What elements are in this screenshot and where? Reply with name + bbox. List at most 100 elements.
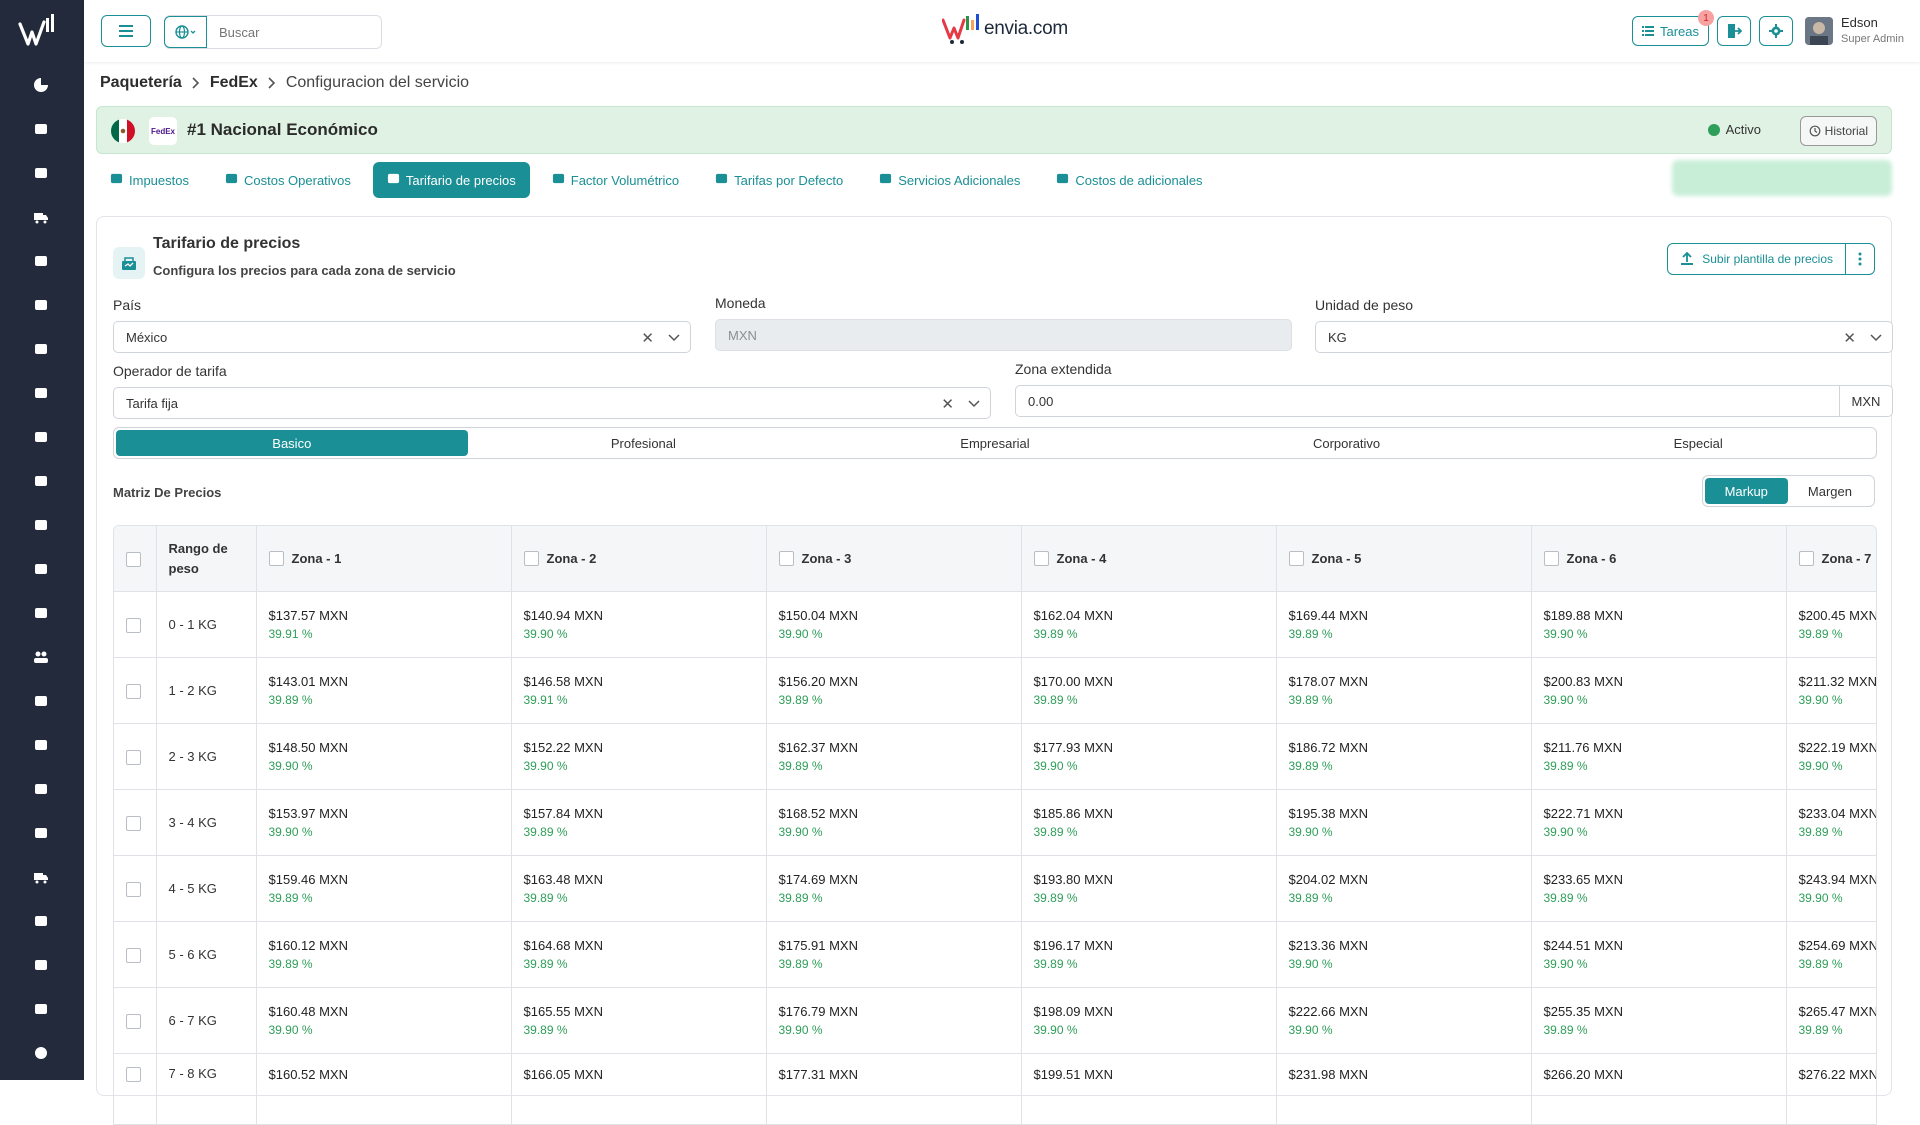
price-cell[interactable]: $186.72 MXN39.89 % [1276,724,1531,790]
price-cell[interactable]: $165.55 MXN39.89 % [511,988,766,1054]
clear-icon[interactable]: ✕ [641,329,654,347]
search-input[interactable] [207,24,381,41]
zone-checkbox[interactable] [1544,551,1559,566]
historial-button[interactable]: Historial [1800,116,1877,146]
price-cell[interactable]: $231.98 MXN [1276,1054,1531,1125]
price-cell[interactable]: $211.32 MXN39.90 % [1786,658,1877,724]
price-cell[interactable]: $137.57 MXN39.91 % [256,592,511,658]
tab-tarifas-por-defecto[interactable]: Tarifas por Defecto [701,162,857,198]
price-cell[interactable]: $255.35 MXN39.89 % [1531,988,1786,1054]
price-cell[interactable]: $178.07 MXN39.89 % [1276,658,1531,724]
plan-tab-empresarial[interactable]: Empresarial [819,430,1171,456]
price-cell[interactable]: $140.94 MXN39.90 % [511,592,766,658]
clear-icon[interactable]: ✕ [1843,329,1856,347]
price-cell[interactable]: $157.84 MXN39.89 % [511,790,766,856]
list-icon[interactable] [30,954,52,976]
store-icon[interactable] [30,602,52,624]
files-icon[interactable] [30,822,52,844]
price-cell[interactable]: $254.69 MXN39.89 % [1786,922,1877,988]
language-button[interactable] [164,16,207,48]
wallet-icon[interactable] [30,514,52,536]
price-cell[interactable]: $160.12 MXN39.89 % [256,922,511,988]
price-cell[interactable]: $162.37 MXN39.89 % [766,724,1021,790]
select-all-checkbox[interactable] [126,552,141,567]
tab-costos-de-adicionales[interactable]: Costos de adicionales [1042,162,1216,198]
app-logo[interactable] [18,14,66,54]
packages-icon[interactable] [30,162,52,184]
notes-icon[interactable] [30,910,52,932]
breadcrumb-fedex[interactable]: FedEx [210,74,258,92]
users-icon[interactable] [30,646,52,668]
price-cell[interactable]: $200.45 MXN39.89 % [1786,592,1877,658]
reports2-icon[interactable] [30,998,52,1020]
price-cell[interactable]: $189.88 MXN39.90 % [1531,592,1786,658]
billing-icon[interactable] [30,558,52,580]
tareas-button[interactable]: Tareas 1 [1632,16,1709,46]
tab-servicios-adicionales[interactable]: Servicios Adicionales [865,162,1034,198]
operador-select[interactable]: Tarifa fija ✕ [113,387,991,419]
price-cell[interactable]: $233.65 MXN39.89 % [1531,856,1786,922]
price-cell[interactable]: $193.80 MXN39.89 % [1021,856,1276,922]
price-cell[interactable]: $164.68 MXN39.89 % [511,922,766,988]
price-cell[interactable]: $243.94 MXN39.90 % [1786,856,1877,922]
price-cell[interactable]: $169.44 MXN39.89 % [1276,592,1531,658]
price-cell[interactable]: $233.04 MXN39.89 % [1786,790,1877,856]
price-cell[interactable]: $265.47 MXN39.89 % [1786,988,1877,1054]
dashboard-icon[interactable] [30,74,52,96]
row-checkbox[interactable] [126,882,141,897]
reports-icon[interactable] [30,734,52,756]
price-cell[interactable]: $143.01 MXN39.89 % [256,658,511,724]
price-cell[interactable]: $222.66 MXN39.90 % [1276,988,1531,1054]
upload-template-main[interactable]: Subir plantilla de precios [1668,244,1846,274]
tab-impuestos[interactable]: Impuestos [96,162,203,198]
price-cell[interactable]: $160.52 MXN [256,1054,511,1125]
zone-checkbox[interactable] [1289,551,1304,566]
clear-icon[interactable]: ✕ [941,395,954,413]
price-cell[interactable]: $159.46 MXN39.89 % [256,856,511,922]
price-cell[interactable]: $204.02 MXN39.89 % [1276,856,1531,922]
zone-checkbox[interactable] [269,551,284,566]
price-cell[interactable]: $200.83 MXN39.90 % [1531,658,1786,724]
price-cell[interactable]: $199.51 MXN [1021,1054,1276,1125]
zone-checkbox[interactable] [1799,551,1814,566]
pais-select[interactable]: México ✕ [113,321,691,353]
price-cell[interactable]: $213.36 MXN39.90 % [1276,922,1531,988]
price-cell[interactable]: $146.58 MXN39.91 % [511,658,766,724]
pickups-icon[interactable] [30,294,52,316]
zone-checkbox[interactable] [524,551,539,566]
price-cell[interactable]: $152.22 MXN39.90 % [511,724,766,790]
price-cell[interactable]: $174.69 MXN39.89 % [766,856,1021,922]
price-cell[interactable]: $153.97 MXN39.90 % [256,790,511,856]
row-checkbox[interactable] [126,1014,141,1029]
price-cell[interactable]: $148.50 MXN39.90 % [256,724,511,790]
brand-logo[interactable]: envia.com [942,14,1068,44]
plan-tab-basico[interactable]: Basico [116,430,468,456]
menu-toggle-button[interactable] [101,15,151,47]
cards-icon[interactable] [30,470,52,492]
contacts-icon[interactable] [30,690,52,712]
zone-checkbox[interactable] [1034,551,1049,566]
tab-tarifario-de-precios[interactable]: Tarifario de precios [373,162,530,198]
row-checkbox[interactable] [126,816,141,831]
price-cell[interactable]: $163.48 MXN39.89 % [511,856,766,922]
price-cell[interactable]: $170.00 MXN39.89 % [1021,658,1276,724]
price-cell[interactable]: $177.31 MXN [766,1054,1021,1125]
row-checkbox[interactable] [126,618,141,633]
orders-icon[interactable] [30,118,52,140]
price-cell[interactable]: $195.38 MXN39.90 % [1276,790,1531,856]
markup-option[interactable]: Markup [1705,478,1788,504]
inventory-icon[interactable] [30,250,52,272]
price-cell[interactable]: $222.71 MXN39.90 % [1531,790,1786,856]
price-cell[interactable]: $175.91 MXN39.89 % [766,922,1021,988]
margin-option[interactable]: Margen [1788,478,1872,504]
plan-tab-profesional[interactable]: Profesional [468,430,820,456]
logout-button[interactable] [1717,16,1751,46]
price-cell[interactable]: $166.05 MXN [511,1054,766,1125]
price-cell[interactable]: $162.04 MXN39.89 % [1021,592,1276,658]
tickets-icon[interactable] [30,778,52,800]
price-cell[interactable]: $177.93 MXN39.90 % [1021,724,1276,790]
row-checkbox[interactable] [126,948,141,963]
price-cell[interactable]: $276.22 MXN [1786,1054,1877,1125]
price-cell[interactable]: $176.79 MXN39.90 % [766,988,1021,1054]
price-cell[interactable]: $211.76 MXN39.89 % [1531,724,1786,790]
